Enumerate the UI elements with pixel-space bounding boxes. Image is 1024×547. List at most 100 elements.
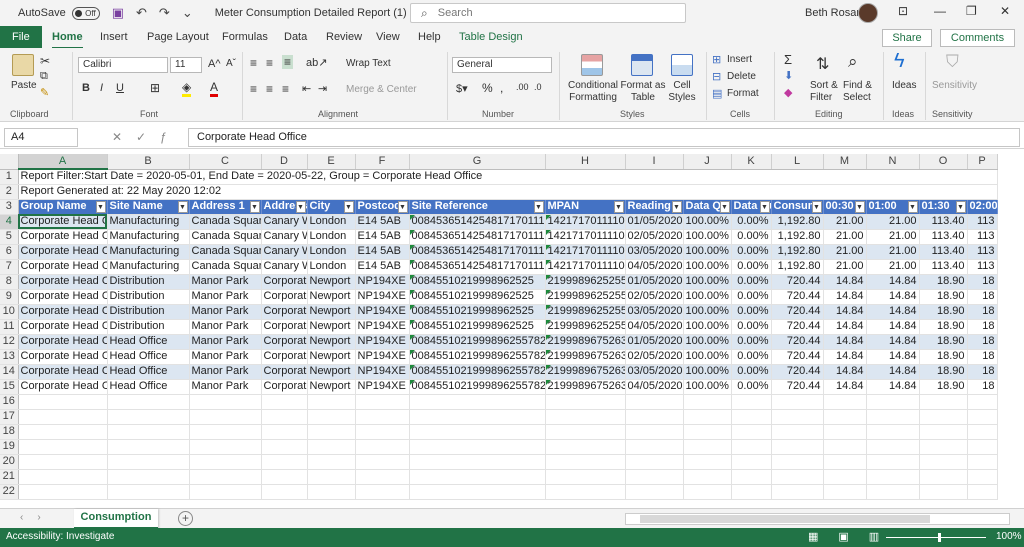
column-header[interactable]: I [625, 154, 684, 170]
table-cell[interactable]: 0.00% [731, 304, 772, 320]
filter-dropdown-icon[interactable]: ▼ [907, 200, 918, 213]
table-cell[interactable]: 720.44 [771, 349, 824, 365]
close-icon[interactable]: ✕ [1000, 4, 1010, 18]
table-header-cell[interactable]: 01:30 ▼ [919, 199, 968, 215]
table-cell[interactable]: 0.00% [731, 289, 772, 305]
empty-cell[interactable] [18, 469, 108, 485]
table-cell[interactable]: 100.00% [683, 214, 732, 230]
table-cell[interactable]: 03/05/2020 [625, 364, 684, 380]
filter-dropdown-icon[interactable]: ▼ [533, 200, 544, 213]
table-cell[interactable]: 14.84 [866, 334, 920, 350]
table-cell[interactable]: Head Office [107, 349, 190, 365]
increase-indent-icon[interactable]: ⇥ [318, 82, 327, 95]
table-cell[interactable]: Corporatio [261, 364, 308, 380]
empty-cell[interactable] [823, 454, 867, 470]
select-all-corner[interactable] [0, 154, 19, 170]
table-cell[interactable]: Canary Wl [261, 244, 308, 260]
table-cell[interactable]: 2199989625255 [545, 319, 626, 335]
empty-cell[interactable] [307, 424, 356, 440]
table-cell[interactable]: Canada Square [189, 259, 262, 275]
tab-table-design[interactable]: Table Design [459, 31, 523, 47]
empty-cell[interactable] [683, 424, 732, 440]
table-cell[interactable]: Corporate Head Of [18, 379, 108, 395]
table-cell[interactable]: 02/05/2020 [625, 289, 684, 305]
column-header[interactable]: D [261, 154, 308, 170]
row-header[interactable]: 7 [0, 259, 19, 275]
redo-icon[interactable]: ↷ [159, 5, 170, 21]
empty-cell[interactable] [823, 424, 867, 440]
table-header-cell[interactable]: Site Name ▼ [107, 199, 190, 215]
table-cell[interactable]: 00845510219998962525 [409, 289, 546, 305]
table-cell[interactable]: 01/05/2020 [625, 214, 684, 230]
report-info-cell[interactable]: Report Filter:Start Date = 2020-05-01, E… [18, 169, 998, 185]
scrollbar-thumb[interactable] [640, 515, 930, 523]
table-cell[interactable]: 21.00 [866, 244, 920, 260]
table-cell[interactable]: 14.84 [866, 319, 920, 335]
formula-bar-icons[interactable]: ✕✓ƒ [112, 130, 181, 144]
avatar[interactable] [858, 3, 878, 23]
name-box[interactable]: A4 [4, 128, 78, 147]
table-cell[interactable]: NP194XE [355, 349, 410, 365]
row-header[interactable]: 17 [0, 409, 19, 425]
table-cell[interactable]: 18 [967, 349, 998, 365]
empty-cell[interactable] [545, 394, 626, 410]
table-cell[interactable]: Corporatio [261, 289, 308, 305]
empty-cell[interactable] [107, 439, 190, 455]
row-header[interactable]: 5 [0, 229, 19, 245]
table-cell[interactable]: 2199989625255 [545, 289, 626, 305]
table-cell[interactable]: Head Office [107, 379, 190, 395]
table-cell[interactable]: Manor Park [189, 274, 262, 290]
table-header-cell[interactable]: Reading D ▼ [625, 199, 684, 215]
table-cell[interactable]: 113.40 [919, 214, 968, 230]
table-cell[interactable]: 01/05/2020 [625, 334, 684, 350]
decrease-decimal-icon[interactable]: .0 [534, 82, 542, 92]
align-left-icon[interactable]: ≡ [250, 82, 257, 96]
empty-cell[interactable] [307, 394, 356, 410]
format-as-table-icon[interactable] [631, 54, 653, 76]
table-cell[interactable]: Corporate Head Of [18, 289, 108, 305]
empty-cell[interactable] [307, 469, 356, 485]
fill-icon[interactable]: ⬇ [784, 69, 793, 82]
table-cell[interactable]: E14 5AB [355, 214, 410, 230]
font-name-select[interactable]: Calibri [78, 57, 168, 73]
table-cell[interactable]: Distribution [107, 319, 190, 335]
table-cell[interactable]: Distribution [107, 274, 190, 290]
paste-icon[interactable] [12, 54, 34, 76]
empty-cell[interactable] [261, 409, 308, 425]
table-cell[interactable]: 1,192.80 [771, 259, 824, 275]
table-cell[interactable]: Manor Park [189, 364, 262, 380]
filter-dropdown-icon[interactable]: ▼ [249, 200, 260, 213]
empty-cell[interactable] [683, 439, 732, 455]
table-cell[interactable]: London [307, 214, 356, 230]
filter-dropdown-icon[interactable]: ▼ [177, 200, 188, 213]
table-cell[interactable]: Distribution [107, 304, 190, 320]
empty-cell[interactable] [771, 394, 824, 410]
table-cell[interactable]: 00845365142548171701119 [409, 214, 546, 230]
row-header[interactable]: 12 [0, 334, 19, 350]
table-cell[interactable]: 02/05/2020 [625, 229, 684, 245]
table-cell[interactable]: 100.00% [683, 229, 732, 245]
table-cell[interactable]: 00845510219998962557825 [409, 364, 546, 380]
table-cell[interactable]: 1421717011110 [545, 244, 626, 260]
empty-cell[interactable] [409, 454, 546, 470]
table-cell[interactable]: 100.00% [683, 379, 732, 395]
table-cell[interactable]: 2199989675263 [545, 379, 626, 395]
empty-cell[interactable] [967, 409, 998, 425]
conditional-formatting-label-2[interactable]: Formatting [566, 92, 620, 103]
column-header[interactable]: P [967, 154, 998, 170]
table-cell[interactable]: 0.00% [731, 274, 772, 290]
row-header[interactable]: 2 [0, 184, 19, 200]
table-cell[interactable]: Distribution [107, 289, 190, 305]
table-cell[interactable]: Corporatio [261, 319, 308, 335]
table-cell[interactable]: 14.84 [823, 334, 867, 350]
column-header[interactable]: H [545, 154, 626, 170]
empty-cell[interactable] [261, 424, 308, 440]
empty-cell[interactable] [409, 469, 546, 485]
table-cell[interactable]: London [307, 259, 356, 275]
table-cell[interactable]: 00845510219998962525 [409, 319, 546, 335]
cell-styles-label[interactable]: Cell [664, 80, 700, 91]
table-cell[interactable]: 00845510219998962557825 [409, 349, 546, 365]
table-cell[interactable]: Newport [307, 289, 356, 305]
filter-dropdown-icon[interactable]: ▼ [343, 200, 354, 213]
table-cell[interactable]: Newport [307, 379, 356, 395]
